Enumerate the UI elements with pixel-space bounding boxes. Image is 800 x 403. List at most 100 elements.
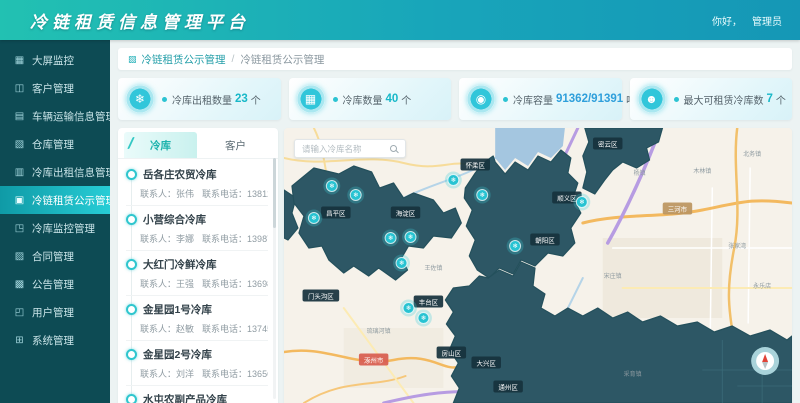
stat-cards-row: ❄ 冷库出租数量 23 个▦ 冷库数量 40 个◉ 冷库容量 91362/913… (118, 78, 792, 120)
list-scrollbar-thumb[interactable] (273, 158, 276, 228)
svg-text:朝阳区: 朝阳区 (535, 236, 555, 245)
phone-field: 联系电话：13656987452 (202, 367, 268, 380)
cold-storage-list-item[interactable]: 大红门冷鲜冷库 联系人：王强 联系电话：13698745612 (126, 251, 268, 296)
sidebar-item[interactable]: ◳ 冷库监控管理 (0, 214, 110, 242)
sidebar-item[interactable]: ▥ 冷库出租信息管理 (0, 158, 110, 186)
tab-active[interactable]: 冷库 (124, 132, 197, 158)
sidebar-item-label: 大屏监控 (32, 53, 74, 68)
snowflake-icon: ❄ (451, 177, 456, 184)
cold-storage-map-marker[interactable]: ❄ (305, 210, 322, 227)
map-region-label: 丰台区 (414, 296, 443, 308)
cold-storage-map-marker[interactable]: ❄ (400, 300, 417, 317)
breadcrumb: ▧ 冷链租赁公示管理 / 冷链租赁公示管理 (118, 48, 792, 70)
stat-value: 7 (767, 93, 773, 105)
cold-storage-map-marker[interactable]: ❄ (382, 230, 399, 247)
stat-unit: 个 (776, 92, 786, 107)
map-region-label: 门头沟区 (303, 290, 340, 302)
sidebar-nav: ▦ 大屏监控◫ 客户管理▤ 车辆运输信息管理▧ 仓库管理▥ 冷库出租信息管理▣ … (0, 40, 110, 403)
cold-storage-map-marker[interactable]: ❄ (474, 187, 491, 204)
contract-icon: ▨ (13, 251, 26, 262)
cold-storage-map-marker[interactable]: ❄ (323, 178, 340, 195)
snowflake-icon: ❄ (311, 215, 316, 222)
map-region-label: 通州区 (493, 381, 522, 393)
svg-text:昌平区: 昌平区 (326, 210, 346, 218)
contact-field: 联系人：张伟 (140, 187, 194, 200)
map-town-label: 北务镇 (743, 150, 761, 158)
stat-label: 最大可租赁冷库数 (684, 92, 764, 107)
map-canvas[interactable]: 南口镇王佐镇琉璃河镇宋庄镇木林镇张家湾采育镇永乐店杨镇北务镇 昌平区海淀区怀柔区… (284, 128, 792, 403)
svg-text:大兴区: 大兴区 (477, 359, 497, 368)
stat-bullet-dot (674, 97, 679, 102)
cold-storage-list-item[interactable]: 小营综合冷库 联系人：李娜 联系电话：13987654321 (126, 206, 268, 251)
sidebar-item-label: 合同管理 (32, 249, 74, 264)
map-compass-control[interactable] (751, 347, 779, 375)
sidebar-item[interactable]: ◫ 客户管理 (0, 74, 110, 102)
phone-field: 联系电话：13745896321 (202, 322, 268, 335)
cold-storage-map-marker[interactable]: ❄ (402, 229, 419, 246)
cold-storage-icon (126, 214, 137, 225)
map-town-label: 琉璃河镇 (367, 327, 391, 335)
cold-storage-title: 岳各庄农贸冷库 (143, 167, 217, 182)
snowflake-icon: ❄ (329, 183, 334, 190)
sidebar-item-label: 冷库监控管理 (32, 221, 95, 236)
map-town-label: 采育镇 (624, 370, 642, 378)
cold-storage-list: 岳各庄农贸冷库 联系人：张伟 联系电话：13812345678 小营综合冷库 联… (118, 159, 278, 403)
list-scrollbar[interactable] (273, 158, 276, 399)
breadcrumb-separator: / (232, 53, 235, 65)
cold-storage-map-marker[interactable]: ❄ (445, 172, 462, 189)
stat-card: ☻ 最大可租赁冷库数 7 个 (630, 78, 793, 120)
map-region-label: 房山区 (437, 347, 466, 359)
top-bar: 冷链租赁信息管理平台 你好， 管理员 (0, 0, 800, 40)
map-town-label: 宋庄镇 (604, 272, 622, 280)
sidebar-item[interactable]: ⊞ 系统管理 (0, 326, 110, 354)
svg-text:通州区: 通州区 (498, 383, 518, 392)
map-search-input[interactable] (300, 143, 390, 155)
snowflake-icon: ❄ (480, 192, 485, 199)
cold-storage-list-item[interactable]: 水屯农副产品冷库 联系人：陈杰 联系电话：13598764123 (126, 386, 268, 403)
search-icon (390, 144, 400, 154)
stat-label: 冷库出租数量 (172, 92, 232, 107)
username-link[interactable]: 管理员 (752, 13, 782, 28)
cold-storage-map-marker[interactable]: ❄ (573, 194, 590, 211)
svg-text:密云区: 密云区 (598, 140, 618, 149)
cold-storage-icon (126, 349, 137, 360)
sidebar-item[interactable]: ▣ 冷链租赁公示管理 (0, 186, 110, 214)
map-town-label: 永乐店 (753, 282, 771, 290)
sidebar-item[interactable]: ▩ 公告管理 (0, 270, 110, 298)
map-container[interactable]: 南口镇王佐镇琉璃河镇宋庄镇木林镇张家湾采育镇永乐店杨镇北务镇 昌平区海淀区怀柔区… (284, 128, 792, 403)
cold-storage-map-marker[interactable]: ❄ (507, 238, 524, 255)
stat-bullet-dot (503, 97, 508, 102)
cold-storage-list-item[interactable]: 岳各庄农贸冷库 联系人：张伟 联系电话：13812345678 (126, 161, 268, 206)
breadcrumb-root[interactable]: 冷链租赁公示管理 (142, 52, 226, 67)
svg-text:海淀区: 海淀区 (396, 209, 416, 218)
cold-storage-icon (126, 304, 137, 315)
map-region-label: 三河市 (663, 203, 692, 215)
sidebar-item[interactable]: ◰ 用户管理 (0, 298, 110, 326)
cold-storage-map-marker[interactable]: ❄ (415, 310, 432, 327)
map-town-label: 张家湾 (728, 242, 746, 250)
stat-label: 冷库容量 (513, 92, 553, 107)
cold-storage-list-panel: 冷库 客户 岳各庄农贸冷库 联系人：张伟 联系电话：13812345678 小营综… (118, 128, 278, 403)
cold-storage-icon (126, 259, 137, 270)
cold-storage-list-item[interactable]: 金星园1号冷库 联系人：赵敏 联系电话：13745896321 (126, 296, 268, 341)
sidebar-item[interactable]: ▧ 仓库管理 (0, 130, 110, 158)
capacity-icon: ◉ (467, 85, 495, 113)
tab-inactive[interactable]: 客户 (199, 132, 272, 158)
cold-storage-list-item[interactable]: 金星园2号冷库 联系人：刘洋 联系电话：13656987452 (126, 341, 268, 386)
svg-text:房山区: 房山区 (442, 349, 462, 358)
map-region-label: 密云区 (593, 138, 622, 150)
cold-storage-map-marker[interactable]: ❄ (347, 187, 364, 204)
map-region-label: 昌平区 (321, 207, 350, 219)
main-area: ▧ 冷链租赁公示管理 / 冷链租赁公示管理 ❄ 冷库出租数量 23 个▦ 冷库数… (110, 40, 800, 403)
phone-field: 联系电话：13987654321 (202, 232, 268, 245)
cold-storage-map-marker[interactable]: ❄ (393, 255, 410, 272)
tab-label: 客户 (225, 138, 246, 153)
sidebar-item[interactable]: ▦ 大屏监控 (0, 46, 110, 74)
sidebar-item[interactable]: ▤ 车辆运输信息管理 (0, 102, 110, 130)
snowflake-icon: ❄ (408, 234, 413, 241)
cold-storage-title: 金星园2号冷库 (143, 347, 212, 362)
cold-storage-title: 大红门冷鲜冷库 (143, 257, 217, 272)
svg-text:三河市: 三河市 (668, 205, 688, 214)
customer-icon: ◫ (13, 83, 26, 94)
sidebar-item[interactable]: ▨ 合同管理 (0, 242, 110, 270)
